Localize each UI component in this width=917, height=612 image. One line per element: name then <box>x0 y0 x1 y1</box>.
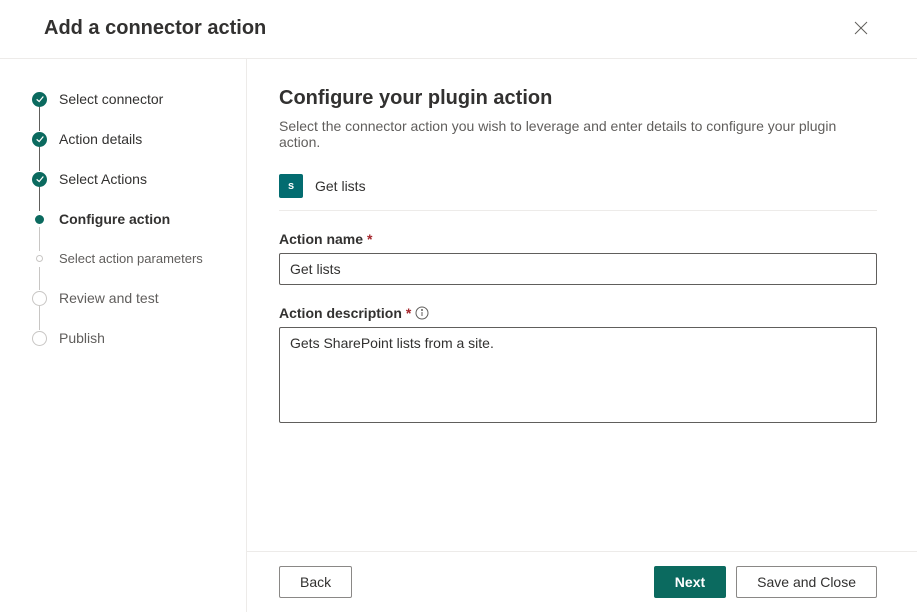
page-subtitle: Select the connector action you wish to … <box>279 118 877 150</box>
step-select-actions[interactable]: Select Actions <box>32 171 230 211</box>
step-select-action-parameters[interactable]: Select action parameters <box>32 251 230 290</box>
pending-circle-icon <box>32 331 47 346</box>
required-asterisk: * <box>406 305 411 321</box>
sharepoint-icon: s <box>279 174 303 198</box>
selected-connector-row: s Get lists <box>279 174 877 211</box>
current-dot-icon <box>35 215 44 224</box>
step-label: Select Actions <box>59 171 147 187</box>
pending-circle-icon <box>32 291 47 306</box>
page-heading: Configure your plugin action <box>279 87 877 110</box>
dialog-header: Add a connector action <box>0 0 917 59</box>
step-action-details[interactable]: Action details <box>32 131 230 171</box>
wizard-sidebar: Select connector Action details Select A… <box>0 59 247 612</box>
content-area: Configure your plugin action Select the … <box>247 59 917 551</box>
field-action-description: Action description * <box>279 305 877 428</box>
check-icon <box>32 132 47 147</box>
step-select-connector[interactable]: Select connector <box>32 91 230 131</box>
step-label: Select connector <box>59 91 163 107</box>
close-button[interactable] <box>849 16 873 40</box>
step-label: Review and test <box>59 290 159 306</box>
action-description-label: Action description * <box>279 305 877 321</box>
step-label: Select action parameters <box>59 251 203 266</box>
action-name-label: Action name * <box>279 231 877 247</box>
connector-name: Get lists <box>315 178 366 194</box>
check-icon <box>32 92 47 107</box>
step-configure-action[interactable]: Configure action <box>32 211 230 251</box>
main-panel: Configure your plugin action Select the … <box>247 59 917 612</box>
step-label: Action details <box>59 131 142 147</box>
action-name-input[interactable] <box>279 253 877 285</box>
check-icon <box>32 172 47 187</box>
dialog-footer: Back Next Save and Close <box>247 551 917 612</box>
save-and-close-button[interactable]: Save and Close <box>736 566 877 598</box>
step-label: Configure action <box>59 211 170 227</box>
field-action-name: Action name * <box>279 231 877 285</box>
step-review-and-test[interactable]: Review and test <box>32 290 230 330</box>
back-button[interactable]: Back <box>279 566 352 598</box>
step-list: Select connector Action details Select A… <box>32 91 230 346</box>
step-label: Publish <box>59 330 105 346</box>
next-button[interactable]: Next <box>654 566 726 598</box>
required-asterisk: * <box>367 231 372 247</box>
action-description-input[interactable] <box>279 327 877 423</box>
dialog-title: Add a connector action <box>44 17 266 40</box>
close-icon <box>853 20 869 36</box>
substep-dot-icon <box>36 255 43 262</box>
step-publish[interactable]: Publish <box>32 330 230 346</box>
info-icon[interactable] <box>415 306 429 320</box>
dialog-body: Select connector Action details Select A… <box>0 59 917 612</box>
footer-right-buttons: Next Save and Close <box>654 566 877 598</box>
